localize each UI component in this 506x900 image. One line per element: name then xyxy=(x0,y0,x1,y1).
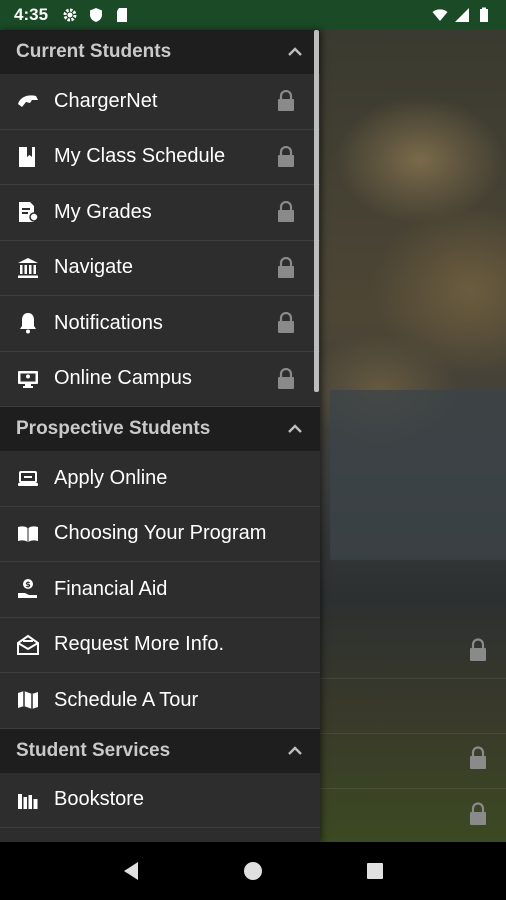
battery-icon xyxy=(480,7,488,22)
menu-item-choosing-your-program[interactable]: Choosing Your Program xyxy=(0,507,320,562)
menu-item-label: Bookstore xyxy=(54,788,145,811)
chevron-up-icon[interactable] xyxy=(286,43,304,61)
menu-item-label: My Grades xyxy=(54,200,152,223)
status-bar: 4:35 xyxy=(0,0,506,30)
wifi-icon xyxy=(432,9,448,21)
menu-item-label: Financial Aid xyxy=(54,577,168,600)
signal-icon xyxy=(455,8,469,22)
lock-icon xyxy=(470,746,486,769)
menu-item-navigate[interactable]: Navigate xyxy=(0,241,320,296)
menu-item-label: Online Campus xyxy=(54,367,192,390)
menu-item-label: My Class Schedule xyxy=(54,145,226,168)
back-button[interactable] xyxy=(118,858,144,884)
system-navigation-bar xyxy=(0,842,506,900)
drawer-scrollbar[interactable] xyxy=(314,30,319,392)
books-icon xyxy=(18,793,38,809)
section-header-current-students[interactable]: Current Students xyxy=(0,30,320,74)
home-circle-icon xyxy=(244,862,262,880)
section-title: Prospective Students xyxy=(16,418,211,439)
gear-icon xyxy=(63,8,77,22)
building-photo xyxy=(330,390,506,560)
svg-text:$: $ xyxy=(25,580,31,589)
back-triangle-icon xyxy=(124,862,138,880)
recents-button[interactable] xyxy=(362,858,388,884)
menu-item-financial-aid[interactable]: $ Financial Aid xyxy=(0,562,320,618)
monitor-icon xyxy=(18,370,38,388)
menu-item-label: Schedule A Tour xyxy=(54,688,199,711)
menu-item-label: Apply Online xyxy=(54,466,168,489)
background-row xyxy=(320,680,506,734)
section-header-student-services[interactable]: Student Services xyxy=(0,728,320,773)
menu-item-apply-online[interactable]: Apply Online xyxy=(0,451,320,507)
laptop-icon xyxy=(18,471,38,487)
menu-item-my-class-schedule[interactable]: My Class Schedule xyxy=(0,130,320,185)
lock-icon xyxy=(278,145,294,167)
menu-item-request-more-info[interactable]: Request More Info. xyxy=(0,618,320,673)
open-book-icon xyxy=(18,526,38,542)
menu-item-my-grades[interactable]: My Grades xyxy=(0,185,320,241)
shield-icon xyxy=(90,8,103,22)
menu-item-bookstore[interactable]: Bookstore xyxy=(0,773,320,828)
chevron-up-icon[interactable] xyxy=(286,420,304,438)
menu-item-label: Choosing Your Program xyxy=(54,522,267,545)
menu-item-online-campus[interactable]: Online Campus xyxy=(0,352,320,407)
map-icon xyxy=(18,691,38,710)
menu-item-schedule-a-tour[interactable]: Schedule A Tour xyxy=(0,673,320,729)
sd-card-icon xyxy=(117,8,128,22)
chevron-up-icon[interactable] xyxy=(286,742,304,760)
lock-icon xyxy=(278,256,294,278)
section-title: Student Services xyxy=(16,739,171,761)
lock-icon xyxy=(278,90,294,112)
menu-item-label: Request More Info. xyxy=(54,633,225,656)
menu-item-label: ChargerNet xyxy=(54,89,158,112)
menu-item-chargernet[interactable]: ChargerNet xyxy=(0,74,320,130)
lock-icon xyxy=(278,312,294,334)
lock-icon xyxy=(278,367,294,389)
lock-icon xyxy=(278,201,294,223)
recents-square-icon xyxy=(367,863,383,879)
charger-logo-icon xyxy=(18,95,38,108)
envelope-icon xyxy=(17,634,39,655)
home-button[interactable] xyxy=(240,858,266,884)
lock-icon xyxy=(470,802,486,825)
lock-icon xyxy=(470,638,486,661)
book-icon xyxy=(19,146,35,167)
hand-coin-icon: $ xyxy=(18,579,37,599)
bell-icon xyxy=(20,313,36,334)
section-title: Current Students xyxy=(16,41,172,62)
menu-item-label: Navigate xyxy=(54,256,133,279)
status-time: 4:35 xyxy=(14,5,49,24)
section-header-prospective-students[interactable]: Prospective Students xyxy=(0,407,320,451)
institution-icon xyxy=(18,257,38,278)
menu-item-notifications[interactable]: Notifications xyxy=(0,296,320,352)
menu-item-label: Notifications xyxy=(54,311,163,334)
navigation-drawer: Current Students ChargerNet My Class Sch… xyxy=(0,30,320,842)
grades-icon xyxy=(19,202,39,223)
